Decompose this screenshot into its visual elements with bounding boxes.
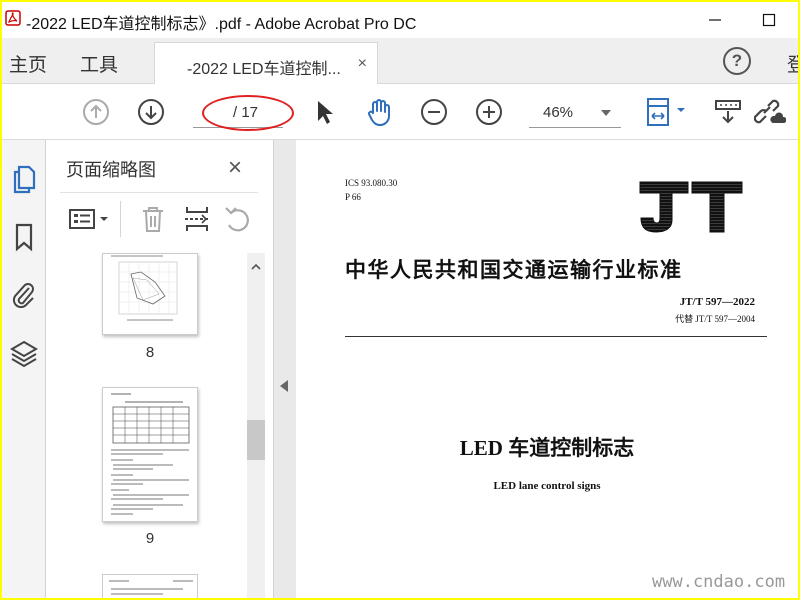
next-page-icon — [138, 99, 164, 125]
minimize-button[interactable] — [700, 6, 730, 34]
navigation-rail — [2, 140, 46, 598]
replaces-standard: 代替 JT/T 597—2004 — [675, 314, 755, 324]
thumbnail-label: 8 — [145, 344, 155, 361]
bookmark-icon — [15, 223, 33, 252]
window-title: -2022 LED车道控制标志》.pdf - Adobe Acrobat Pro… — [26, 16, 417, 33]
thumbnail-page-8[interactable] — [102, 253, 198, 335]
delete-page-button[interactable] — [138, 203, 168, 235]
page-thumbnails-button[interactable] — [7, 162, 41, 196]
hand-tool-icon — [368, 99, 390, 126]
maximize-icon — [762, 13, 776, 27]
tab-home[interactable]: 主页 — [9, 50, 47, 77]
title-bar: -2022 LED车道控制标志》.pdf - Adobe Acrobat Pro… — [2, 2, 798, 38]
options-menu-icon — [69, 209, 108, 229]
chevron-down-icon — [601, 110, 611, 116]
share-link-icon — [754, 99, 786, 124]
select-cursor-icon — [318, 101, 333, 124]
zoom-value: 46% — [543, 104, 574, 121]
document-tab-label: -2022 LED车道控制... — [187, 61, 341, 78]
maximize-button[interactable] — [754, 6, 784, 34]
acrobat-icon — [5, 10, 21, 26]
read-aloud-icon — [715, 100, 741, 124]
sign-in-label[interactable]: 登 — [787, 50, 798, 77]
document-view: ICS 93.080.30 P 66 中华人民共和国交通运输行业标准 JT/T … — [274, 140, 798, 598]
thumbnail-chart-preview — [111, 255, 178, 321]
attachment-icon — [12, 283, 34, 308]
thumbnail-page-10[interactable] — [102, 574, 198, 598]
page-thumbnails-icon — [13, 165, 36, 194]
hand-tool-button[interactable] — [363, 96, 395, 128]
layers-icon — [10, 340, 38, 368]
rotate-page-button[interactable] — [222, 203, 252, 235]
thumbnail-options-button[interactable] — [68, 203, 112, 235]
watermark: www.cndao.com — [652, 572, 786, 592]
ics-code: ICS 93.080.30 — [345, 178, 398, 188]
panel-toolbar — [60, 192, 258, 248]
thumbnail-label: 9 — [145, 530, 155, 547]
insert-page-icon — [185, 207, 209, 231]
standard-number: JT/T 597—2022 — [679, 296, 755, 308]
scrollbar-thumb[interactable] — [247, 420, 265, 460]
panel-title: 页面缩略图 — [66, 160, 156, 180]
rotate-icon — [225, 207, 249, 232]
read-aloud-button[interactable] — [712, 96, 744, 128]
tab-document[interactable]: -2022 LED车道控制... × — [154, 42, 378, 85]
tab-bar: 主页 工具 -2022 LED车道控制... × ? 登 — [2, 38, 798, 85]
zoom-out-icon — [421, 99, 447, 125]
header-rule — [345, 336, 767, 337]
p-code: P 66 — [345, 192, 361, 202]
select-tool-button[interactable] — [308, 96, 340, 128]
tab-tools[interactable]: 工具 — [80, 50, 118, 77]
fit-page-button[interactable] — [642, 96, 690, 128]
standard-category-title: 中华人民共和国交通运输行业标准 — [345, 258, 683, 282]
next-page-button[interactable] — [135, 96, 167, 128]
help-icon: ? — [731, 51, 743, 70]
bookmarks-button[interactable] — [7, 220, 41, 254]
share-link-button[interactable] — [754, 96, 786, 128]
pdf-page: ICS 93.080.30 P 66 中华人民共和国交通运输行业标准 JT/T … — [296, 140, 798, 598]
thumbnail-page-9[interactable] — [102, 387, 198, 522]
layers-button[interactable] — [7, 336, 41, 370]
collapse-panel-button[interactable] — [280, 380, 288, 392]
zoom-select[interactable]: 46% — [529, 98, 621, 128]
thumbnails-panel: 页面缩略图 × 8 9 — [46, 140, 274, 598]
toolbar-divider — [120, 201, 121, 237]
prev-page-button[interactable] — [80, 96, 112, 128]
acrobat-window: -2022 LED车道控制标志》.pdf - Adobe Acrobat Pro… — [2, 2, 798, 598]
close-panel-button[interactable]: × — [228, 154, 242, 182]
annotation-ellipse — [202, 95, 294, 131]
trash-icon — [143, 207, 163, 232]
scroll-up-icon[interactable] — [250, 261, 262, 273]
prev-page-icon — [83, 99, 109, 125]
zoom-in-icon — [476, 99, 502, 125]
jt-logo — [639, 181, 743, 233]
attachments-button[interactable] — [7, 276, 41, 310]
insert-page-button[interactable] — [182, 203, 212, 235]
zoom-in-button[interactable] — [473, 96, 505, 128]
close-tab-button[interactable]: × — [358, 55, 367, 73]
minimize-icon — [709, 19, 721, 21]
thumbnail-table-preview — [111, 393, 190, 515]
help-button[interactable]: ? — [723, 47, 751, 75]
document-subtitle: LED lane control signs — [493, 480, 601, 492]
document-title: LED 车道控制标志 — [459, 436, 635, 460]
thumbnail-scrollbar[interactable] — [247, 253, 265, 598]
thumbnail-text-preview — [109, 580, 193, 595]
toolbar: / 17 46% — [2, 84, 798, 140]
fit-page-icon — [647, 98, 685, 126]
zoom-out-button[interactable] — [418, 96, 450, 128]
